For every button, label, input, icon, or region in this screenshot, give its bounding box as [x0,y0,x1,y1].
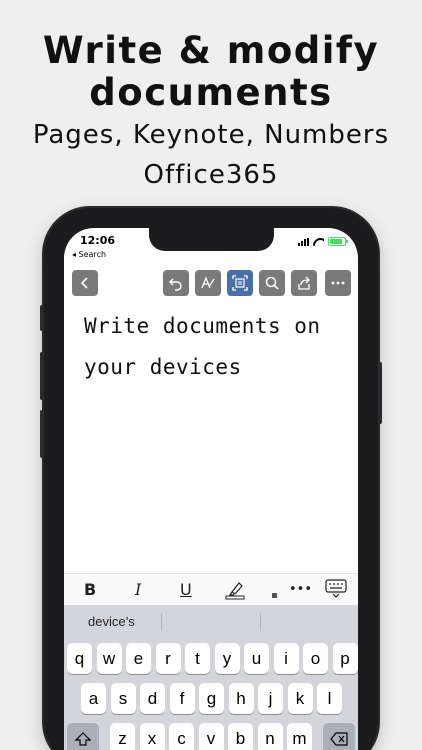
key-i[interactable]: i [273,643,299,674]
keyboard-icon [325,579,347,598]
format-bar: B I U ••• [64,573,358,605]
document-line: your devices [84,355,242,379]
key-l[interactable]: l [317,683,342,714]
key-j[interactable]: j [258,683,283,714]
key-e[interactable]: e [126,643,151,674]
key-u[interactable]: u [244,643,269,674]
italic-button[interactable]: I [135,580,141,599]
key-g[interactable]: g [199,683,224,714]
undo-icon [169,278,182,291]
key-f[interactable]: f [169,683,195,714]
headline-line2: documents [89,71,333,114]
keyboard-dismiss-button[interactable] [325,579,347,603]
headline-office: Office365 [143,160,279,190]
key-s[interactable]: s [110,683,136,714]
wifi-icon [313,238,324,246]
key-m[interactable]: m [287,723,312,750]
search-button[interactable] [259,270,285,296]
undo-button[interactable] [163,270,189,296]
select-frame-button[interactable] [227,270,253,296]
delete-icon [330,731,348,746]
key-k[interactable]: k [287,683,313,714]
key-x[interactable]: x [139,723,165,750]
key-d[interactable]: d [140,683,165,714]
status-icons [298,237,348,246]
battery-icon [328,237,348,246]
more-format-button[interactable]: ••• [289,582,312,597]
on-screen-keyboard: device’s qwertyuiop asdfghjkl zxcvbnm [64,605,358,750]
color-swatch[interactable] [272,593,277,598]
status-time: 12:06 [80,234,116,247]
key-v[interactable]: v [198,723,224,750]
handwriting-button[interactable] [195,270,221,296]
phone-side-button [40,410,44,458]
phone-notch [149,228,274,251]
select-frame-icon [232,275,248,291]
key-z[interactable]: z [110,723,135,750]
phone-side-button [378,362,382,424]
shift-key[interactable] [67,723,99,750]
signal-icon [298,237,309,246]
bold-button[interactable]: B [84,580,96,599]
underline-button[interactable]: U [180,580,192,599]
suggestion-divider [260,613,261,631]
key-q[interactable]: q [67,643,92,674]
highlight-button[interactable] [224,578,246,604]
key-r[interactable]: r [155,643,181,674]
suggestion-bar: device’s [64,605,358,639]
more-button[interactable] [325,270,351,296]
phone-screen: 12:06 ◂ Search Write documents on your d… [64,228,358,750]
headline-apps: Pages, Keynote, Numbers [32,120,390,150]
key-o[interactable]: o [303,643,328,674]
headline-title: Write & modify documents [0,30,422,114]
key-w[interactable]: w [96,643,122,674]
share-button[interactable] [291,270,317,296]
headline-line1: Write & modify [42,29,380,72]
back-to-search-link[interactable]: ◂ Search [72,250,106,259]
highlighter-icon [225,582,245,600]
shift-icon [75,731,91,746]
share-icon [298,276,310,290]
document-body[interactable]: Write documents on your devices [84,306,344,388]
key-y[interactable]: y [214,643,240,674]
document-line: Write documents on [84,314,321,338]
key-n[interactable]: n [257,723,283,750]
phone-side-button [40,305,44,331]
search-icon [265,276,279,290]
key-h[interactable]: h [228,683,254,714]
handwriting-icon [201,276,215,289]
phone-side-button [40,352,44,400]
more-icon [331,281,345,285]
back-icon [80,277,88,289]
back-button[interactable] [72,270,98,296]
suggestion-divider [161,613,162,631]
key-c[interactable]: c [169,723,194,750]
key-t[interactable]: t [185,643,210,674]
key-p[interactable]: p [332,643,358,674]
key-a[interactable]: a [81,683,106,714]
suggestion-item[interactable]: device’s [88,614,135,629]
delete-key[interactable] [323,723,355,750]
key-b[interactable]: b [228,723,253,750]
